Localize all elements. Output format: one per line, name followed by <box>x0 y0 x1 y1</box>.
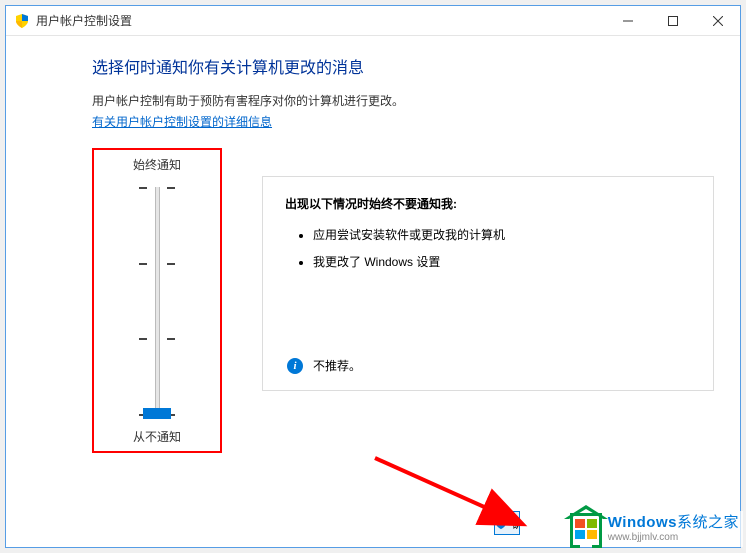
page-description: 用户帐户控制有助于预防有害程序对你的计算机进行更改。 <box>92 92 718 109</box>
content-area: 选择何时通知你有关计算机更改的消息 用户帐户控制有助于预防有害程序对你的计算机进… <box>6 36 740 463</box>
info-list: 应用尝试安装软件或更改我的计算机 我更改了 Windows 设置 <box>285 226 691 270</box>
watermark-line2: www.bjjmlv.com <box>608 532 739 543</box>
recommendation-row: i 不推荐。 <box>287 357 361 374</box>
ok-button[interactable]: 确 <box>494 511 520 535</box>
uac-shield-icon <box>14 13 30 29</box>
uac-shield-icon <box>494 516 508 530</box>
slider-thumb[interactable] <box>143 408 171 419</box>
close-button[interactable] <box>695 6 740 36</box>
watermark-logo-icon <box>570 513 602 545</box>
more-info-link[interactable]: 有关用户帐户控制设置的详细信息 <box>92 113 272 130</box>
titlebar: 用户帐户控制设置 <box>6 6 740 36</box>
notification-slider[interactable] <box>155 187 160 414</box>
window-title: 用户帐户控制设置 <box>36 12 132 29</box>
info-icon: i <box>287 358 303 374</box>
page-heading: 选择何时通知你有关计算机更改的消息 <box>92 54 718 78</box>
minimize-button[interactable] <box>605 6 650 36</box>
slider-tick <box>139 263 175 264</box>
slider-track-wrap <box>94 173 220 428</box>
maximize-button[interactable] <box>650 6 695 36</box>
info-panel: 出现以下情况时始终不要通知我: 应用尝试安装软件或更改我的计算机 我更改了 Wi… <box>262 176 714 391</box>
notification-slider-box: 始终通知 从不通知 <box>92 148 222 453</box>
slider-top-label: 始终通知 <box>133 156 181 173</box>
info-heading: 出现以下情况时始终不要通知我: <box>285 195 691 212</box>
info-bullet: 应用尝试安装软件或更改我的计算机 <box>313 226 691 243</box>
uac-settings-window: 用户帐户控制设置 选择何时通知你有关计算机更改的消息 用户帐户控制有助于预防有害… <box>5 5 741 548</box>
info-bullet: 我更改了 Windows 设置 <box>313 253 691 270</box>
slider-bottom-label: 从不通知 <box>133 428 181 445</box>
recommendation-text: 不推荐。 <box>313 357 361 374</box>
main-row: 始终通知 从不通知 出现以下情况时始终不要通知我: 应用尝试安装软件或更改我的计… <box>92 148 718 453</box>
watermark-line1: Windows系统之家 <box>608 515 739 532</box>
ok-button-label: 确 <box>512 515 520 532</box>
watermark: Windows系统之家 www.bjjmlv.com <box>566 511 743 547</box>
slider-tick <box>139 338 175 339</box>
slider-tick <box>139 187 175 188</box>
